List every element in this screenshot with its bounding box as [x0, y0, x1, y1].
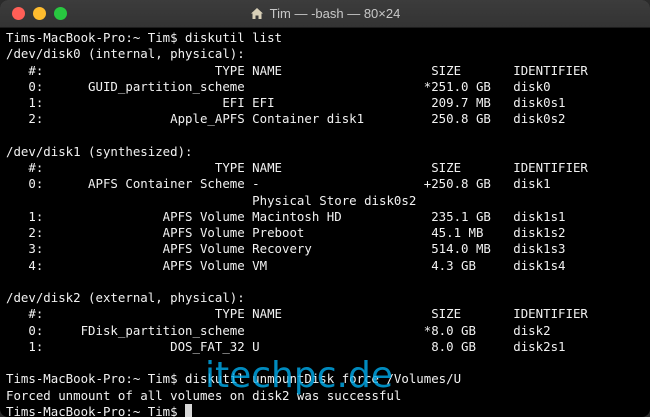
terminal-line: 2: Apple_APFS Container disk1 250.8 GB d…: [6, 111, 566, 127]
terminal-line: 1: EFI EFI 209.7 MB disk0s1: [6, 95, 566, 110]
terminal-line: 1: APFS Volume Macintosh HD 235.1 GB dis…: [6, 208, 566, 224]
terminal-line: 4: APFS Volume VM 4.3 GB disk1s4: [6, 257, 566, 273]
terminal-line: 2: APFS Volume Preboot 45.1 MB disk1s2: [6, 225, 566, 240]
terminal-line: /dev/disk2 (external, physical):: [6, 290, 245, 305]
window-controls: [12, 7, 67, 20]
terminal-line: #: TYPE NAME SIZE IDENTIFIER: [6, 62, 588, 78]
terminal-line: 3: APFS Volume Recovery 514.0 MB disk1s3: [6, 241, 566, 257]
prompt-line[interactable]: Tims-MacBook-Pro:~ Tim$: [6, 403, 642, 417]
terminal-window: Tim — -bash — 80×24 Tims-MacBook-Pro:~ T…: [0, 0, 650, 417]
terminal-line: #: TYPE NAME SIZE IDENTIFIER: [6, 160, 588, 175]
text-cursor: [185, 403, 193, 417]
minimize-button[interactable]: [33, 7, 46, 20]
terminal-line: /dev/disk0 (internal, physical):: [6, 46, 245, 62]
window-title-group: Tim — -bash — 80×24: [250, 6, 401, 21]
terminal-line: 0: APFS Container Scheme - +250.8 GB dis…: [6, 176, 551, 192]
home-folder-icon: [250, 7, 264, 20]
terminal-line: Physical Store disk0s2: [6, 192, 417, 208]
terminal-line: Tims-MacBook-Pro:~ Tim$ diskutil list: [6, 30, 283, 45]
terminal-line: 0: GUID_partition_scheme *251.0 GB disk0: [6, 78, 551, 94]
title-bar: Tim — -bash — 80×24: [0, 0, 650, 28]
watermark-text: itechpc.de: [205, 355, 393, 396]
close-button[interactable]: [12, 7, 25, 20]
shell-prompt: Tims-MacBook-Pro:~ Tim$: [6, 403, 186, 417]
window-title: Tim — -bash — 80×24: [269, 6, 401, 21]
zoom-button[interactable]: [54, 7, 67, 20]
terminal-line: 0: FDisk_partition_scheme *8.0 GB disk2: [6, 322, 551, 338]
terminal-line: 1: DOS_FAT_32 U 8.0 GB disk2s1: [6, 338, 566, 354]
terminal-line: #: TYPE NAME SIZE IDENTIFIER: [6, 306, 588, 322]
terminal-line: /dev/disk1 (synthesized):: [6, 143, 193, 159]
scrollbar[interactable]: [643, 30, 648, 413]
